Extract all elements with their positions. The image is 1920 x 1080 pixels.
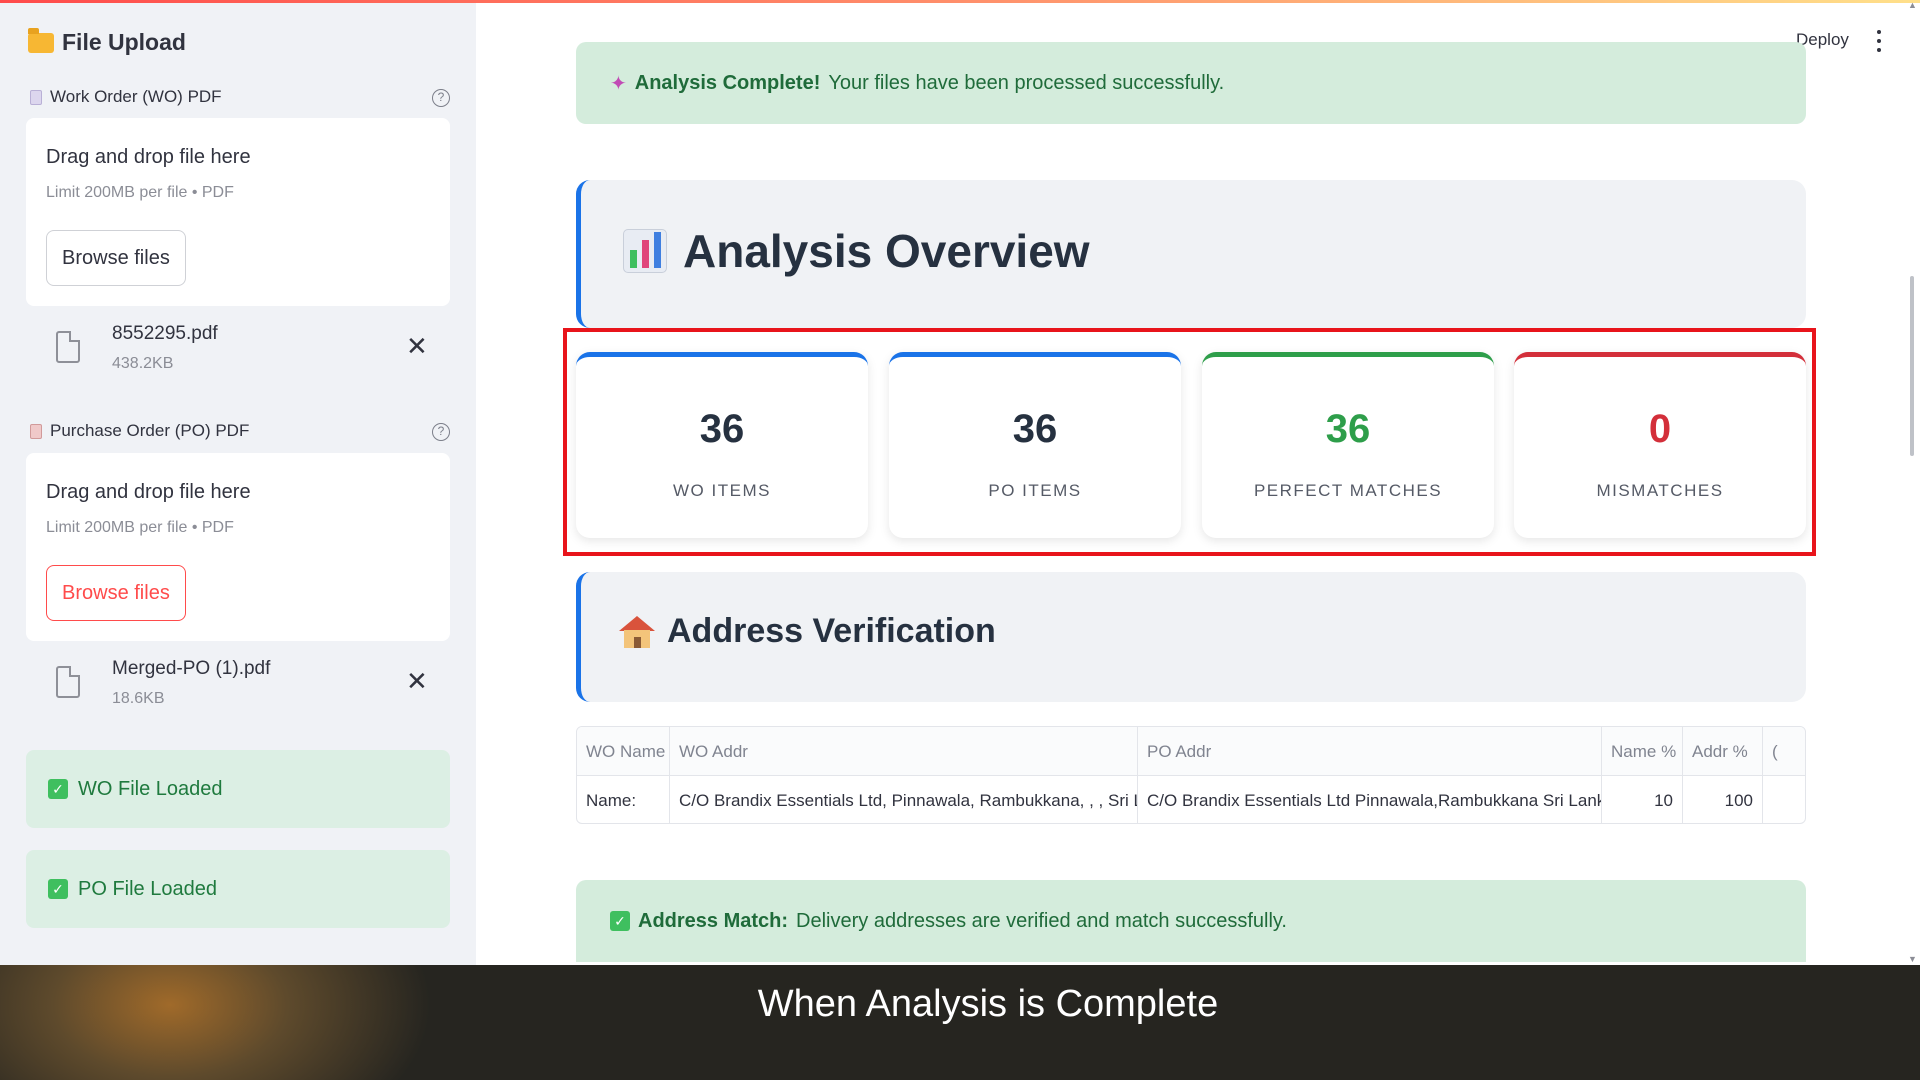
checkmark-icon: ✓ xyxy=(610,911,630,931)
metric-label: PO ITEMS xyxy=(988,481,1082,500)
wo-dropzone[interactable]: Drag and drop file here Limit 200MB per … xyxy=(26,118,450,306)
wo-browse-files-button[interactable]: Browse files xyxy=(46,230,186,286)
file-icon xyxy=(56,331,80,363)
po-upload-label: Purchase Order (PO) PDF xyxy=(30,421,249,441)
table-header-cell[interactable]: WO Name xyxy=(577,727,670,776)
folder-icon xyxy=(28,27,54,53)
analysis-complete-alert: ✦ Analysis Complete! Your files have bee… xyxy=(576,42,1806,124)
po-dropzone[interactable]: Drag and drop file here Limit 200MB per … xyxy=(26,453,450,641)
wo-upload-label-text: Work Order (WO) PDF xyxy=(50,87,222,106)
wo-dropzone-limit: Limit 200MB per file • PDF xyxy=(46,184,234,201)
bar-chart-icon xyxy=(623,229,667,273)
table-header-cell[interactable]: WO Addr xyxy=(670,727,1138,776)
checkmark-icon: ✓ xyxy=(48,879,68,899)
close-icon[interactable]: ✕ xyxy=(406,668,428,694)
po-file-size: 18.6KB xyxy=(112,690,165,707)
metric-value: 0 xyxy=(1648,407,1672,451)
table-cell: C/O Brandix Essentials Ltd Pinnawala,Ram… xyxy=(1138,776,1602,823)
wo-dropzone-title: Drag and drop file here xyxy=(46,146,251,168)
table-header-cell[interactable]: ( xyxy=(1763,727,1805,776)
po-uploaded-file: Merged-PO (1).pdf 18.6KB ✕ xyxy=(50,656,440,720)
house-icon xyxy=(619,615,655,648)
help-icon[interactable]: ? xyxy=(432,89,450,107)
scroll-down-icon[interactable]: ▼ xyxy=(1908,954,1917,964)
po-loaded-status: ✓ PO File Loaded xyxy=(26,850,450,928)
scroll-up-icon[interactable]: ▲ xyxy=(1908,0,1917,10)
close-icon[interactable]: ✕ xyxy=(406,333,428,359)
address-verification-title-text: Address Verification xyxy=(667,612,996,650)
metric-value: 36 xyxy=(1012,407,1058,451)
document-icon xyxy=(30,89,42,105)
wo-file-size: 438.2KB xyxy=(112,355,174,372)
help-icon[interactable]: ? xyxy=(432,423,450,441)
metric-label: WO ITEMS xyxy=(673,481,771,500)
po-file-name: Merged-PO (1).pdf xyxy=(112,658,271,679)
address-match-strong: Address Match: xyxy=(638,909,789,932)
sidebar-title: File Upload xyxy=(28,27,186,56)
metric-card-mismatches: 0 MISMATCHES xyxy=(1514,352,1806,538)
metric-card-po-items: 36 PO ITEMS xyxy=(889,352,1181,538)
analysis-overview-header: Analysis Overview xyxy=(576,180,1806,328)
sidebar-title-text: File Upload xyxy=(62,29,186,55)
table-header-cell[interactable]: PO Addr xyxy=(1138,727,1602,776)
metric-card-wo-items: 36 WO ITEMS xyxy=(576,352,868,538)
wo-upload-label: Work Order (WO) PDF xyxy=(30,87,222,107)
wo-loaded-text: WO File Loaded xyxy=(78,777,223,800)
table-cell: 10 xyxy=(1602,776,1683,823)
caption-text: When Analysis is Complete xyxy=(757,983,1219,1025)
po-dropzone-limit: Limit 200MB per file • PDF xyxy=(46,519,234,536)
po-loaded-text: PO File Loaded xyxy=(78,877,217,900)
table-header-cell[interactable]: Addr % xyxy=(1683,727,1763,776)
po-upload-label-text: Purchase Order (PO) PDF xyxy=(50,421,250,440)
checkmark-icon: ✓ xyxy=(48,779,68,799)
po-browse-files-button[interactable]: Browse files xyxy=(46,565,186,621)
analysis-overview-title-text: Analysis Overview xyxy=(683,225,1090,277)
sidebar: File Upload Work Order (WO) PDF ? Drag a… xyxy=(0,3,476,965)
address-verification-header: Address Verification xyxy=(576,572,1806,702)
metric-value: 36 xyxy=(699,407,745,451)
address-match-text: Delivery addresses are verified and matc… xyxy=(796,909,1287,932)
scrollbar-thumb[interactable] xyxy=(1910,276,1914,456)
metric-card-perfect-matches: 36 PERFECT MATCHES xyxy=(1202,352,1494,538)
table-header-cell[interactable]: Name % xyxy=(1602,727,1683,776)
metric-label: PERFECT MATCHES xyxy=(1253,481,1443,500)
table-cell: 100 xyxy=(1683,776,1763,823)
more-options-icon[interactable] xyxy=(1876,30,1882,52)
table-cell: Name: xyxy=(577,776,670,823)
po-dropzone-title: Drag and drop file here xyxy=(46,481,251,503)
wo-file-name: 8552295.pdf xyxy=(112,323,218,344)
metric-label: MISMATCHES xyxy=(1596,481,1724,500)
caption-band: When Analysis is Complete xyxy=(0,965,1920,1080)
metric-value: 36 xyxy=(1325,407,1371,451)
analysis-overview-title: Analysis Overview xyxy=(623,224,1090,278)
address-table[interactable]: WO Name WO Addr PO Addr Name % Addr % ( … xyxy=(576,726,1806,824)
address-verification-title: Address Verification xyxy=(619,612,996,651)
file-icon xyxy=(56,666,80,698)
table-cell xyxy=(1763,776,1805,823)
clipboard-icon xyxy=(30,423,42,439)
address-match-alert: ✓ Address Match: Delivery addresses are … xyxy=(576,880,1806,962)
analysis-complete-text: Your files have been processed successfu… xyxy=(828,71,1225,94)
wo-loaded-status: ✓ WO File Loaded xyxy=(26,750,450,828)
wo-uploaded-file: 8552295.pdf 438.2KB ✕ xyxy=(50,321,440,385)
party-popper-icon: ✦ xyxy=(610,72,627,95)
analysis-complete-strong: Analysis Complete! xyxy=(634,71,821,94)
table-cell: C/O Brandix Essentials Ltd, Pinnawala, R… xyxy=(670,776,1138,823)
